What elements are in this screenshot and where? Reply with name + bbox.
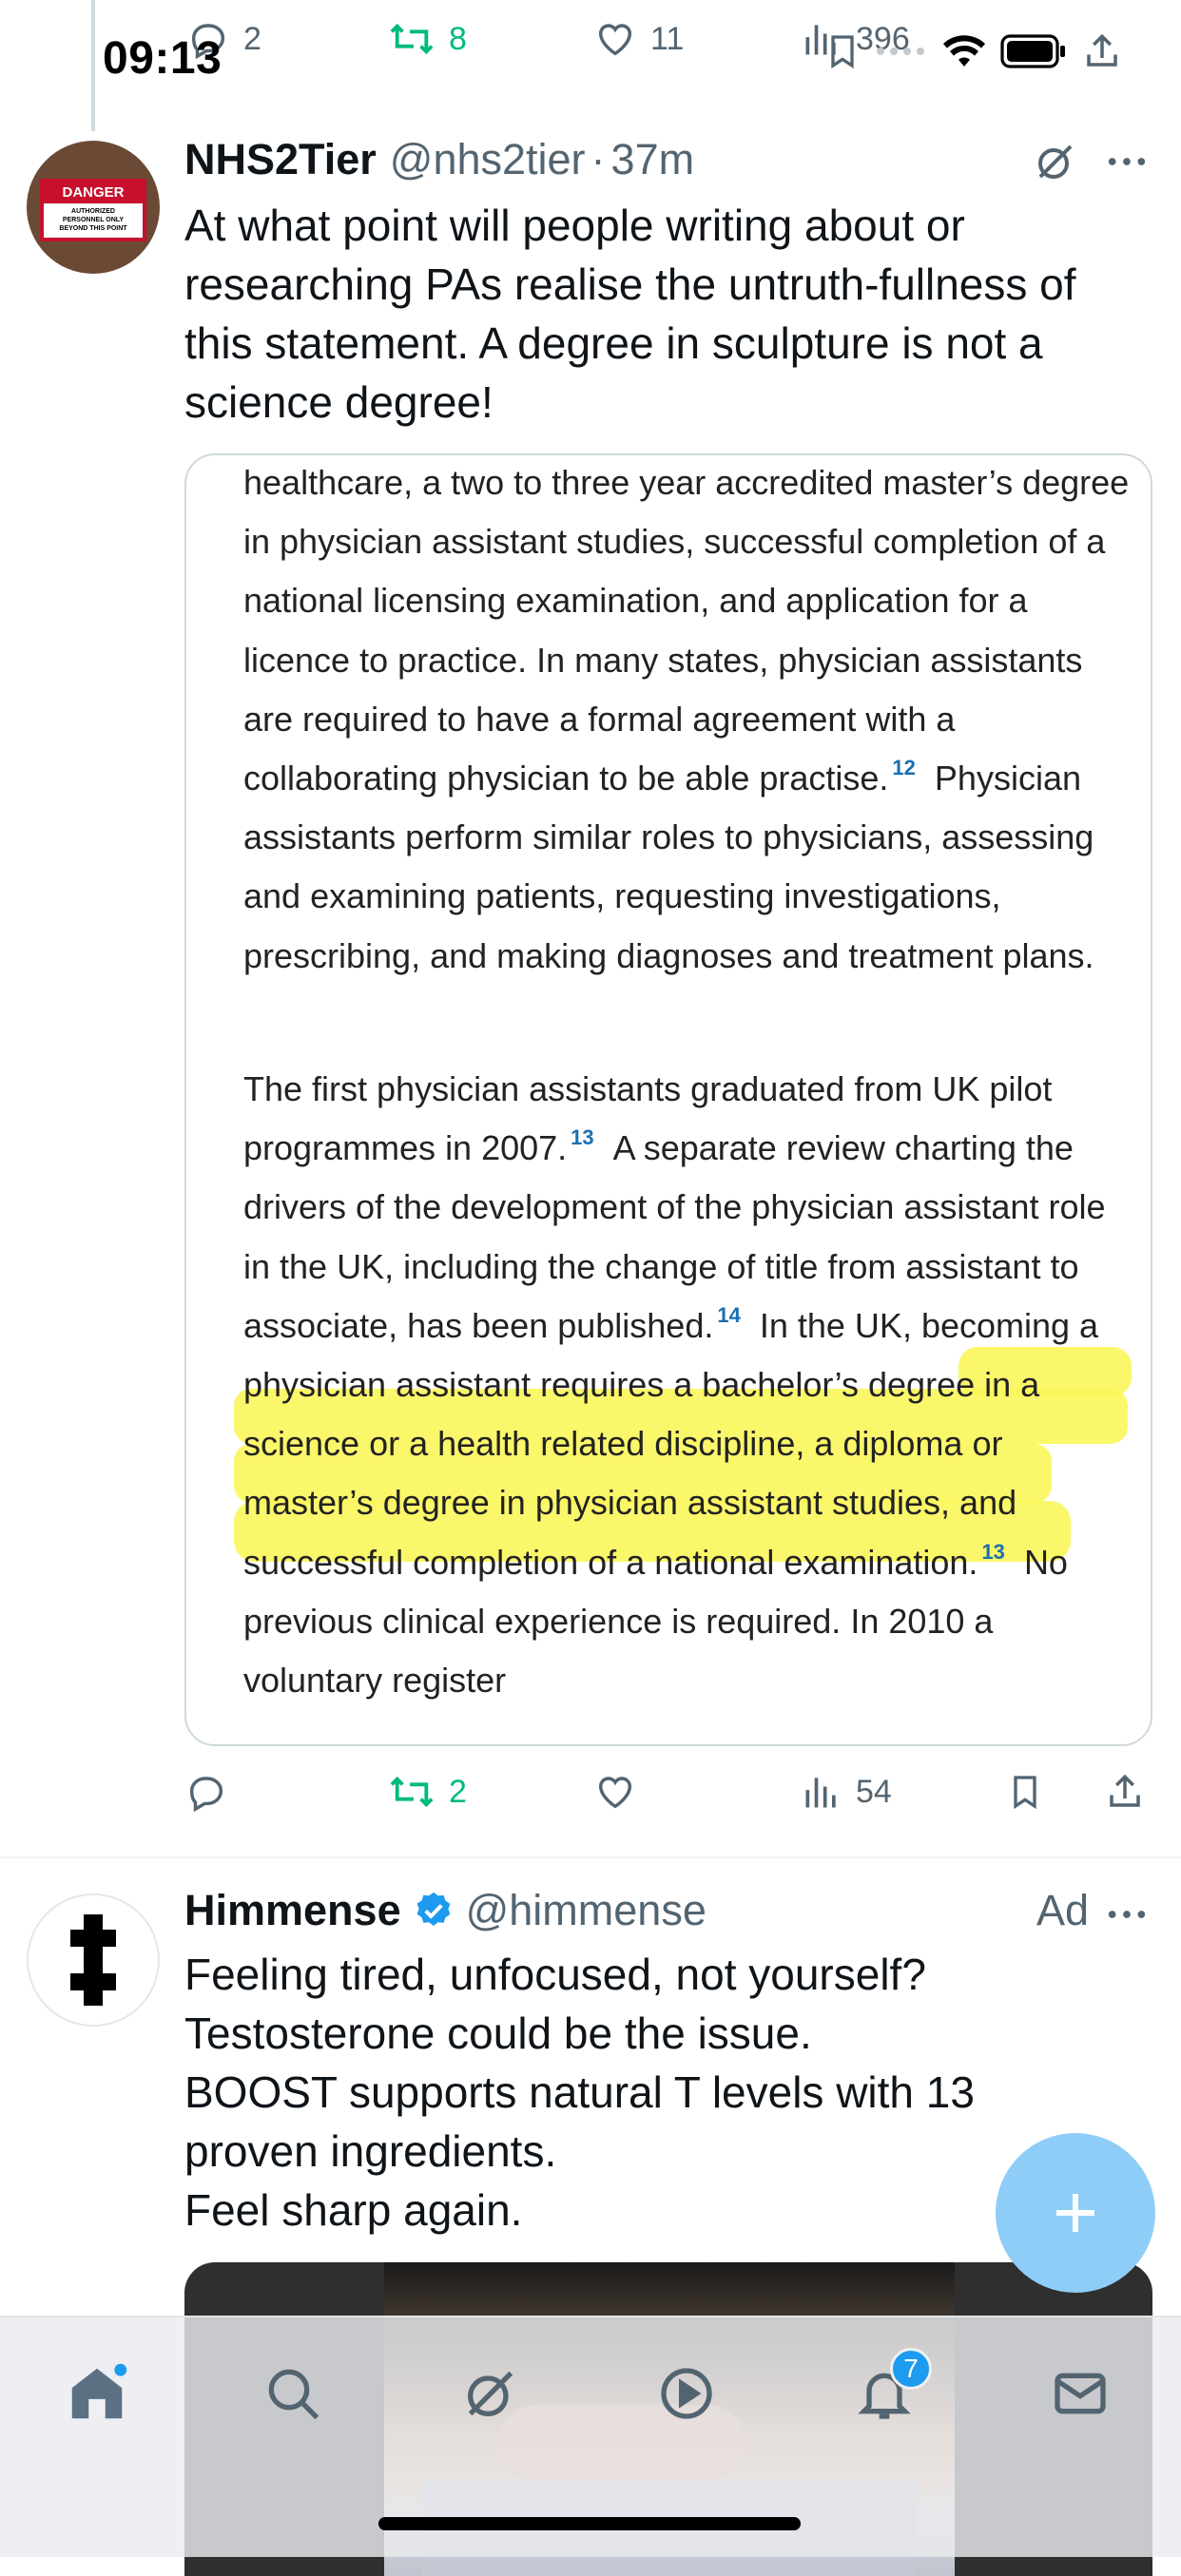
share-icon[interactable]	[1082, 30, 1122, 72]
author-name[interactable]: NHS2Tier	[184, 135, 377, 184]
signal-dots-icon	[875, 45, 928, 58]
tab-video[interactable]	[649, 2355, 725, 2432]
play-icon	[656, 2363, 717, 2424]
ad-tweet-text: Feeling tired, unfocused, not yourself? …	[184, 1950, 975, 2235]
repost-count: 2	[449, 1773, 467, 1810]
danger-sign-image: DANGER AUTHORIZED PERSONNEL ONLY BEYOND TH…	[40, 179, 146, 241]
double-cross-logo	[70, 1914, 116, 2006]
tab-home[interactable]	[59, 2355, 135, 2432]
ad-label: Ad	[1036, 1886, 1090, 1934]
compose-button[interactable]	[996, 2133, 1155, 2293]
verified-badge-icon	[413, 1890, 455, 1932]
reply-count: 2	[243, 20, 261, 57]
views-button[interactable]: 54	[801, 1770, 892, 1814]
tab-messages[interactable]	[1042, 2355, 1118, 2432]
heart-icon	[593, 1770, 637, 1814]
tweet-actions: 2 54	[184, 1770, 1154, 1817]
search-icon	[262, 2363, 323, 2424]
notifications-badge: 7	[890, 2348, 932, 2390]
plus-icon	[1047, 2184, 1104, 2241]
advertiser-avatar[interactable]	[27, 1894, 160, 2027]
repost-icon	[388, 17, 436, 61]
ad-tweet-header: Himmense @himmense	[184, 1886, 707, 1935]
advertiser-handle[interactable]: @himmense	[466, 1886, 707, 1935]
share-button[interactable]	[1105, 1770, 1145, 1814]
grok-icon	[460, 2363, 521, 2424]
home-indicator[interactable]	[378, 2517, 801, 2530]
tweet-header: NHS2Tier @nhs2tier · 37m	[184, 135, 694, 184]
battery-icon	[1000, 32, 1069, 70]
home-icon	[64, 2360, 130, 2427]
reference-12: 12	[892, 756, 916, 780]
tab-search[interactable]	[255, 2355, 331, 2432]
tweet-text: At what point will people writing about …	[184, 201, 1076, 427]
mail-icon	[1050, 2363, 1111, 2424]
reply-button[interactable]	[184, 1770, 228, 1814]
like-button[interactable]	[593, 1770, 637, 1814]
advertiser-name[interactable]: Himmense	[184, 1886, 401, 1935]
repost-icon	[388, 1770, 436, 1814]
heart-icon	[593, 17, 637, 61]
share-icon	[1105, 1770, 1145, 1814]
author-avatar[interactable]: DANGER AUTHORIZED PERSONNEL ONLY BEYOND TH…	[27, 141, 160, 274]
repost-button[interactable]: 2	[388, 1770, 467, 1814]
reply-icon	[184, 1770, 228, 1814]
paragraph-1-text: healthcare, a two to three year accredit…	[243, 463, 1130, 798]
tweet-age: 37m	[610, 135, 695, 183]
header-separator: ·	[590, 135, 606, 183]
tab-notifications[interactable]: 7	[846, 2348, 932, 2432]
tab-grok[interactable]	[453, 2355, 529, 2432]
status-icons	[823, 30, 1122, 72]
reference-14: 14	[717, 1302, 741, 1327]
grok-icon[interactable]	[1033, 139, 1078, 184]
bookmark-icon[interactable]	[823, 30, 862, 72]
status-time: 09:13	[103, 33, 223, 84]
wifi-icon	[941, 32, 987, 70]
reference-13: 13	[571, 1125, 594, 1150]
like-button[interactable]: 11	[593, 17, 684, 61]
like-count: 11	[650, 20, 685, 57]
repost-button[interactable]: 8	[388, 17, 467, 61]
author-handle[interactable]: @nhs2tier	[390, 135, 586, 184]
highlighted-text: In the UK, becoming a physician assistan…	[243, 1305, 1099, 1582]
paragraph-2: The first physician assistants graduated…	[243, 1060, 1137, 1710]
paragraph-1: healthcare, a two to three year accredit…	[243, 455, 1137, 986]
bookmark-icon	[1006, 1770, 1044, 1814]
views-chart-icon	[801, 1770, 842, 1814]
repost-count: 8	[449, 20, 467, 57]
more-options-icon[interactable]	[1105, 143, 1149, 181]
reference-13b: 13	[981, 1539, 1005, 1564]
bookmark-button[interactable]	[1006, 1770, 1044, 1814]
tweet-divider	[0, 1856, 1181, 1858]
more-options-icon[interactable]	[1105, 1895, 1149, 1933]
tweet-image[interactable]: healthcare, a two to three year accredit…	[184, 453, 1152, 1746]
views-count: 54	[856, 1773, 892, 1810]
